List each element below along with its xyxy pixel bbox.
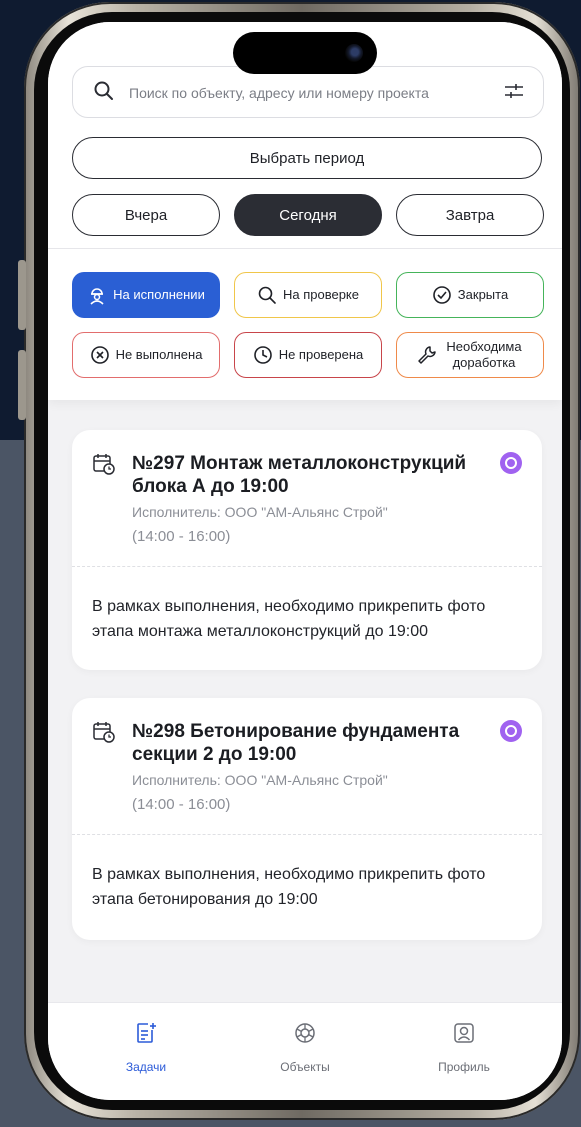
select-period-label: Выбрать период xyxy=(249,149,365,167)
task-description: В рамках выполнения, необходимо прикрепи… xyxy=(92,598,486,640)
task-description: В рамках выполнения, необходимо прикрепи… xyxy=(92,866,486,908)
check-circle-icon xyxy=(432,286,451,304)
dynamic-island xyxy=(233,32,377,74)
tab-objects[interactable]: Объекты xyxy=(245,1021,365,1074)
task-executor: Исполнитель: ООО "АМ-Альянс Строй" xyxy=(132,772,388,788)
tab-profile[interactable]: Профиль xyxy=(404,1021,524,1074)
profile-icon xyxy=(454,1023,474,1043)
day-yesterday-button[interactable]: Вчера xyxy=(72,194,220,236)
task-time: (14:00 - 16:00) xyxy=(132,528,231,545)
volume-down-button xyxy=(18,350,26,420)
status-not-checked-label: Не проверена xyxy=(278,347,364,362)
status-not-checked-button[interactable]: Не проверена xyxy=(234,332,382,378)
day-yesterday-label: Вчера xyxy=(124,206,168,224)
camera-icon xyxy=(345,44,363,62)
worker-icon xyxy=(90,288,104,305)
tab-profile-label: Профиль xyxy=(438,1060,490,1074)
volume-up-button xyxy=(18,260,26,330)
filter-panel: Выбрать период Вчера Сегодня Завтра На и… xyxy=(48,22,562,400)
status-on-review-label: На проверке xyxy=(282,287,359,302)
calendar-clock-icon xyxy=(93,454,115,475)
calendar-clock-icon xyxy=(93,722,115,743)
day-today-button[interactable]: Сегодня xyxy=(234,194,382,236)
tasks-icon xyxy=(137,1023,156,1043)
objects-icon xyxy=(295,1023,315,1043)
day-today-label: Сегодня xyxy=(279,206,337,224)
status-badge-icon xyxy=(500,720,522,742)
card-divider xyxy=(72,834,542,835)
task-executor: Исполнитель: ООО "АМ-Альянс Строй" xyxy=(132,504,388,520)
x-circle-icon xyxy=(90,346,109,364)
panel-divider xyxy=(48,248,562,249)
status-closed-label: Закрыта xyxy=(457,287,509,302)
status-not-done-label: Не выполнена xyxy=(115,347,203,362)
bottom-tab-bar: Задачи Объекты Профиль xyxy=(48,1002,562,1100)
status-badge-icon xyxy=(500,452,522,474)
task-title: №297 Монтаж металлоконструкций блока А д… xyxy=(132,453,467,497)
status-needs-rework-button[interactable]: Необходима доработка xyxy=(396,332,544,378)
search-icon xyxy=(258,286,276,304)
clock-icon xyxy=(253,346,272,364)
app-screen: Выбрать период Вчера Сегодня Завтра На и… xyxy=(48,22,562,1100)
task-time: (14:00 - 16:00) xyxy=(132,796,231,813)
tab-tasks[interactable]: Задачи xyxy=(86,1021,206,1074)
filter-settings-icon[interactable] xyxy=(503,82,525,100)
task-card[interactable]: №298 Бетонирование фундамента секции 2 д… xyxy=(72,698,542,940)
task-card[interactable]: №297 Монтаж металлоконструкций блока А д… xyxy=(72,430,542,670)
tab-objects-label: Объекты xyxy=(280,1060,330,1074)
status-in-progress-button[interactable]: На исполнении xyxy=(72,272,220,318)
tab-tasks-label: Задачи xyxy=(125,1060,167,1074)
day-tomorrow-button[interactable]: Завтра xyxy=(396,194,544,236)
wrench-icon xyxy=(418,346,436,364)
status-on-review-button[interactable]: На проверке xyxy=(234,272,382,318)
day-tomorrow-label: Завтра xyxy=(445,206,495,224)
card-divider xyxy=(72,566,542,567)
status-not-done-button[interactable]: Не выполнена xyxy=(72,332,220,378)
select-period-button[interactable]: Выбрать период xyxy=(72,137,542,179)
search-icon xyxy=(94,81,113,100)
search-input[interactable] xyxy=(127,79,471,107)
status-in-progress-label: На исполнении xyxy=(113,287,205,302)
status-closed-button[interactable]: Закрыта xyxy=(396,272,544,318)
task-title: №298 Бетонирование фундамента секции 2 д… xyxy=(132,721,460,765)
status-needs-rework-label: Необходима доработка xyxy=(446,339,522,370)
